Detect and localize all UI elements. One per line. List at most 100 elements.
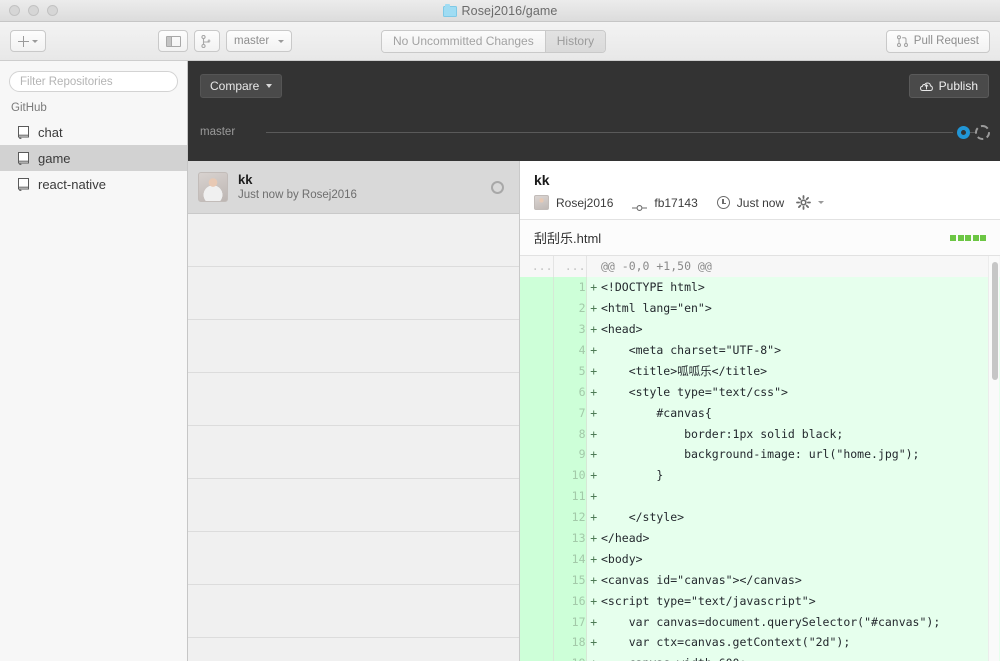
commit-detail-meta: Rosej2016 fb17143 Just now — [534, 195, 986, 211]
diff-marker: + — [585, 485, 601, 507]
diff-stat-square — [965, 234, 971, 241]
window-controls[interactable] — [9, 5, 58, 16]
minimize-button[interactable] — [28, 5, 39, 16]
filter-container — [0, 61, 187, 100]
history-panes: kk Just now by Rosej2016 kk Rosej2016 fb… — [188, 161, 1000, 661]
diff-marker: + — [585, 548, 601, 570]
changed-file-row[interactable]: 刮刮乐.html — [520, 220, 1000, 256]
commit-dot[interactable] — [957, 125, 970, 139]
sidebar-item-chat[interactable]: chat — [0, 119, 187, 145]
github-desktop-window: Rosej2016/game master No Uncommitted Cha… — [0, 0, 1000, 661]
sidebar-item-react-native[interactable]: react-native — [0, 171, 187, 197]
diff-line-code: #canvas{ — [601, 402, 1000, 424]
chevron-down-icon — [266, 84, 273, 88]
diff-line-row: 15 + <canvas id="canvas"></canvas> — [520, 569, 1000, 591]
pull-request-label: Pull Request — [913, 35, 979, 47]
timeline-branch-label: master — [200, 126, 236, 138]
history-action-bar: Compare Publish master — [188, 61, 1000, 161]
diff-line-code: </head> — [601, 527, 1000, 549]
commit-list-placeholder-row — [188, 320, 519, 373]
head-dot-dashed[interactable] — [975, 124, 990, 140]
pull-request-icon — [896, 35, 908, 47]
diff-gutter-new: 1 — [553, 276, 587, 298]
filter-repositories-input[interactable] — [9, 71, 178, 92]
diff-gutter-new: ... — [553, 256, 587, 277]
diff-stat-blocks — [950, 234, 986, 241]
tab-uncommitted-changes[interactable]: No Uncommitted Changes — [382, 30, 545, 52]
commit-detail-title: kk — [534, 172, 550, 188]
branch-selector[interactable]: master — [226, 30, 292, 52]
clock-icon — [716, 196, 730, 209]
create-branch-button[interactable] — [194, 30, 220, 52]
commit-time: Just now — [736, 195, 785, 210]
diff-gutter-old — [520, 339, 554, 361]
diff-marker: + — [585, 527, 601, 549]
tab-history[interactable]: History — [544, 30, 606, 52]
diff-line-code: <title>呱呱乐</title> — [601, 360, 1000, 382]
diff-table: ...... @@ -0,0 +1,50 @@ 1 + <!DOCTYPE html> 2… — [520, 256, 1000, 661]
diff-scrollbar-thumb[interactable] — [991, 262, 998, 380]
maximize-button[interactable] — [47, 5, 58, 16]
window-title: Rosej2016/game — [461, 4, 558, 18]
user-avatar — [198, 172, 228, 202]
diff-gutter-new: 11 — [553, 485, 587, 507]
compare-button[interactable]: Compare — [200, 74, 283, 98]
diff-gutter-new: 17 — [553, 611, 587, 633]
commit-list-item[interactable]: kk Just now by Rosej2016 — [188, 161, 519, 214]
commit-sha[interactable]: fb17143 — [654, 196, 697, 210]
pull-request-button[interactable]: Pull Request — [885, 29, 990, 53]
commit-list-placeholder-row — [188, 426, 519, 479]
gear-icon[interactable] — [796, 195, 812, 210]
diff-line-row: 6 + <style type="text/css"> — [520, 381, 1000, 403]
diff-viewer: ...... @@ -0,0 +1,50 @@ 1 + <!DOCTYPE html> 2… — [520, 256, 1000, 661]
diff-line-row: 9 + background-image: url("home.jpg"); — [520, 444, 1000, 465]
diff-gutter-old — [520, 276, 554, 298]
diff-line-row: 18 + var ctx=canvas.getContext("2d"); — [520, 632, 1000, 653]
diff-gutter-new: 18 — [553, 632, 587, 653]
diff-gutter-new: 14 — [553, 548, 587, 570]
sidebar-toggle-button[interactable] — [158, 30, 188, 52]
diff-gutter-old — [520, 485, 554, 507]
diff-gutter-old — [520, 590, 554, 612]
diff-line-code: <html lang="en"> — [601, 297, 1000, 319]
add-repository-button[interactable] — [10, 30, 46, 52]
chevron-down-icon — [32, 39, 38, 43]
repo-book-icon — [18, 125, 30, 139]
title-bar: Rosej2016/game — [0, 0, 1000, 22]
diff-line-code: <!DOCTYPE html> — [601, 276, 1000, 298]
sidebar-item-label: react-native — [38, 176, 106, 192]
chevron-down-icon[interactable] — [818, 201, 825, 204]
sidebar-item-label: game — [38, 150, 71, 166]
compare-label: Compare — [210, 79, 260, 93]
close-button[interactable] — [9, 5, 20, 16]
main-toolbar: master No Uncommitted Changes History Pu… — [0, 22, 1000, 61]
diff-stat-square — [980, 234, 986, 241]
diff-marker: + — [585, 632, 601, 653]
diff-gutter-new: 16 — [553, 590, 587, 612]
branch-create-icon — [201, 34, 213, 48]
diff-gutter-old — [520, 381, 554, 403]
diff-gutter-new: 12 — [553, 506, 587, 528]
repo-book-icon — [18, 177, 30, 191]
diff-line-code: <canvas id="canvas"></canvas> — [601, 569, 1000, 591]
branch-timeline: master — [188, 117, 1000, 147]
publish-button[interactable]: Publish — [908, 74, 989, 98]
diff-line-row: 11 + — [520, 485, 1000, 507]
diff-gutter-old — [520, 569, 554, 591]
diff-line-row: 19+ canvas.width=600; — [520, 652, 1000, 661]
diff-line-row: 4 + <meta charset="UTF-8"> — [520, 339, 1000, 361]
diff-marker: + — [585, 276, 601, 298]
diff-gutter-old — [520, 527, 554, 549]
repository-sidebar: GitHub chat — [0, 61, 188, 661]
sidebar-item-game[interactable]: game — [0, 145, 187, 171]
commit-list: kk Just now by Rosej2016 — [188, 161, 520, 661]
diff-marker: + — [585, 590, 601, 612]
window-body: GitHub chat — [0, 61, 1000, 661]
repo-book-icon — [18, 151, 30, 165]
commit-subtitle: Just now by Rosej2016 — [238, 188, 357, 201]
diff-marker: + — [585, 569, 601, 591]
diff-scrollbar[interactable] — [988, 256, 999, 661]
chevron-down-icon — [278, 39, 284, 43]
diff-line-row: 17 + var canvas=document.querySelector("#… — [520, 611, 1000, 633]
sync-pending-icon — [491, 180, 504, 194]
